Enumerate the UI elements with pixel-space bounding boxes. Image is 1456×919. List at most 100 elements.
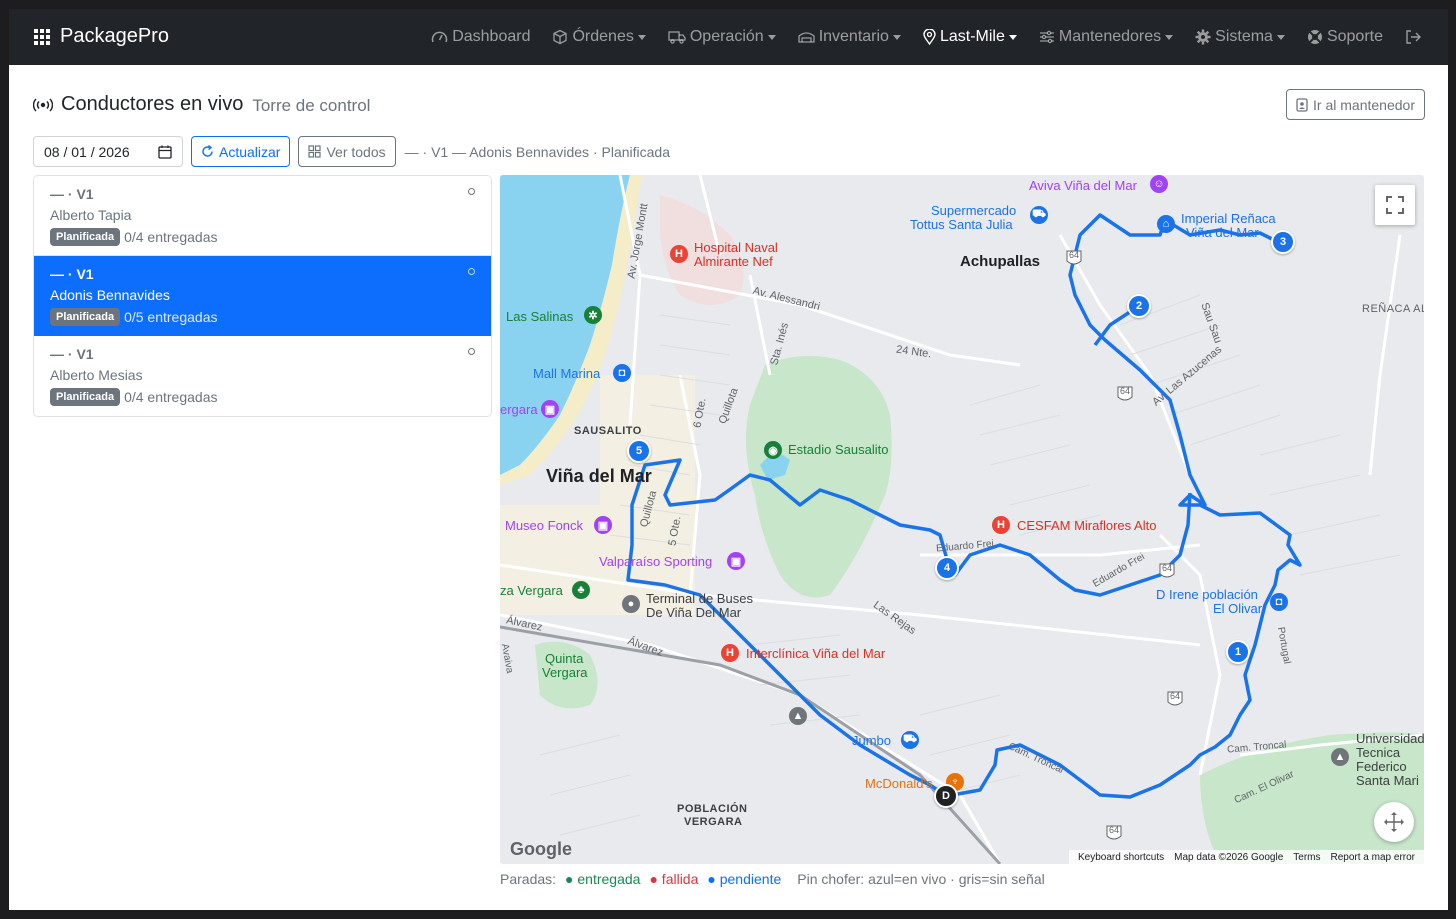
route-name: — · V1 xyxy=(50,186,94,202)
nav-inventario[interactable]: Inventario xyxy=(798,28,901,46)
school-icon[interactable]: ▲ xyxy=(1331,748,1349,766)
route-shield-label: 64 xyxy=(1170,691,1181,701)
nav-soporte[interactable]: Soporte xyxy=(1307,28,1383,46)
school-icon[interactable]: ▲ xyxy=(789,707,807,725)
caret-down-icon xyxy=(892,34,901,40)
shopping-bag-icon[interactable]: ◘ xyxy=(613,364,631,382)
nav-inventario-label: Inventario xyxy=(818,28,889,45)
attraction-icon[interactable]: ▣ xyxy=(727,552,745,570)
brand[interactable]: PackagePro xyxy=(34,25,169,48)
view-all-label: Ver todos xyxy=(326,143,386,160)
status-badge: Planificada xyxy=(50,228,121,246)
nav-last-mile[interactable]: Last-Mile xyxy=(923,28,1017,46)
depot-marker[interactable]: D xyxy=(934,784,958,808)
map-camera-control[interactable] xyxy=(1374,802,1414,842)
map-legend: Paradas: ● entregada ● fallida ● pendien… xyxy=(500,871,1045,887)
nav-ordenes[interactable]: Órdenes xyxy=(552,28,646,46)
map-poi-label: ergara xyxy=(500,402,538,417)
hospital-icon[interactable]: H xyxy=(992,516,1010,534)
status-badge: Planificada xyxy=(50,388,121,406)
hotel-icon[interactable]: ⌂ xyxy=(1157,215,1175,233)
stop-marker-1[interactable]: 1 xyxy=(1226,640,1250,664)
museum-icon[interactable]: ▣ xyxy=(541,400,559,418)
map-poi-label: Interclínica Viña del Mar xyxy=(746,646,886,661)
legend-delivered: ● entregada xyxy=(565,871,641,887)
go-to-maintainer-label: Ir al mantenedor xyxy=(1313,96,1415,113)
go-to-maintainer-button[interactable]: Ir al mantenedor xyxy=(1286,89,1425,120)
view-all-button[interactable]: Ver todos xyxy=(298,136,396,167)
legend-pending: ● pendiente xyxy=(707,871,782,887)
stop-marker-5[interactable]: 5 xyxy=(627,439,651,463)
bus-station-icon[interactable]: ● xyxy=(622,595,640,613)
keyboard-shortcuts-link[interactable]: Keyboard shortcuts xyxy=(1078,852,1164,863)
pan-arrows-icon xyxy=(1384,812,1404,832)
map-poi-label: Museo Fonck xyxy=(505,518,584,533)
route-map[interactable]: 64 64 64 64 64 Achupallas Viña del Mar S… xyxy=(500,175,1424,864)
fullscreen-button[interactable] xyxy=(1375,185,1415,225)
map-attribution: Keyboard shortcuts Map data ©2026 Google… xyxy=(1068,850,1424,864)
map-place-label: POBLACIÓN xyxy=(677,803,748,815)
refresh-icon xyxy=(202,145,213,157)
caret-down-icon xyxy=(1165,34,1174,40)
signal-status-icon xyxy=(468,348,475,355)
stop-marker-4[interactable]: 4 xyxy=(935,556,959,580)
signal-status-icon xyxy=(468,268,475,275)
delivery-progress: 0/4 entregadas xyxy=(124,229,218,245)
stadium-icon[interactable]: ◉ xyxy=(764,441,782,459)
nav-mantenedores[interactable]: Mantenedores xyxy=(1039,28,1174,46)
nav-sistema[interactable]: Sistema xyxy=(1195,28,1285,46)
logout-button[interactable] xyxy=(1405,29,1426,45)
legend-driver-pin-note: Pin chofer: azul=en vivo · gris=sin seña… xyxy=(797,871,1045,887)
brand-name: PackagePro xyxy=(60,25,169,47)
nav-dashboard-label: Dashboard xyxy=(452,28,531,45)
museum-icon[interactable]: ▣ xyxy=(594,516,612,534)
refresh-button[interactable]: Actualizar xyxy=(191,136,291,167)
shopping-cart-icon[interactable]: ⛟ xyxy=(1030,206,1048,224)
shopping-cart-icon[interactable]: ⛟ xyxy=(901,731,919,749)
map-poi-label: Las Salinas xyxy=(506,309,574,324)
page-header: Conductores en vivo Torre de control xyxy=(33,93,370,116)
map-place-label: VERGARA xyxy=(684,816,743,828)
driver-list: — · V1 Alberto Tapia Planificada 0/4 ent… xyxy=(33,175,492,417)
driver-meta: Planificada 0/4 entregadas xyxy=(50,228,475,246)
caret-down-icon xyxy=(767,34,776,40)
park-icon[interactable]: ✲ xyxy=(584,306,602,324)
date-input[interactable]: 08 / 01 / 2026 xyxy=(33,136,183,167)
hospital-icon[interactable]: H xyxy=(721,644,739,662)
map-poi-label: Universidad xyxy=(1356,731,1424,746)
nav-dashboard[interactable]: Dashboard xyxy=(431,28,530,46)
map-poi-label: Federico xyxy=(1356,759,1407,774)
terms-link[interactable]: Terms xyxy=(1293,852,1320,863)
sliders-icon xyxy=(1039,30,1054,44)
map-poi-label: Viña del Mar xyxy=(1186,225,1259,240)
report-error-link[interactable]: Report a map error xyxy=(1331,852,1415,863)
google-logo: Google xyxy=(510,839,572,859)
status-badge: Planificada xyxy=(50,308,121,326)
stop-marker-3[interactable]: 3 xyxy=(1271,230,1295,254)
driver-name: Adonis Bennavides xyxy=(50,287,170,303)
attraction-icon[interactable]: ☺ xyxy=(1150,175,1168,193)
map-poi-label: Quinta xyxy=(545,651,584,666)
map-poi-label: Vergara xyxy=(542,665,588,680)
map-poi-label: Santa Mari xyxy=(1356,773,1419,788)
calendar-icon[interactable] xyxy=(158,145,172,159)
nav-operacion[interactable]: Operación xyxy=(668,28,776,46)
driver-list-item[interactable]: — · V1 Alberto Tapia Planificada 0/4 ent… xyxy=(34,176,491,256)
fullscreen-icon xyxy=(1386,196,1404,214)
stop-marker-2[interactable]: 2 xyxy=(1127,294,1151,318)
id-badge-icon xyxy=(1296,97,1308,112)
map-poi-label: El Olivar xyxy=(1213,601,1263,616)
nav-operacion-label: Operación xyxy=(689,28,764,45)
driver-meta: Planificada 0/5 entregadas xyxy=(50,308,475,326)
driver-list-item[interactable]: — · V1 Alberto Mesias Planificada 0/4 en… xyxy=(34,336,491,416)
route-shield-label: 64 xyxy=(1162,563,1173,573)
tree-icon[interactable]: ♣ xyxy=(572,581,590,599)
legend-prefix: Paradas: xyxy=(500,871,557,887)
warehouse-icon xyxy=(798,32,815,43)
hospital-icon[interactable]: H xyxy=(670,245,688,263)
shopping-bag-icon[interactable]: ◘ xyxy=(1270,593,1288,611)
route-name: — · V1 xyxy=(50,266,94,282)
refresh-label: Actualizar xyxy=(219,143,281,160)
driver-list-item-active[interactable]: — · V1 Adonis Bennavides Planificada 0/5… xyxy=(34,256,491,336)
toolbar: 08 / 01 / 2026 Actualizar Ver todos — · … xyxy=(33,136,670,167)
